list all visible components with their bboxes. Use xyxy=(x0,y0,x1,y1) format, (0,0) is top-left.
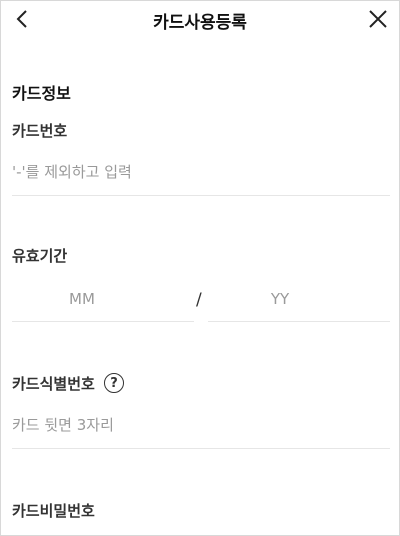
cvc-divider xyxy=(12,448,390,449)
page-title: 카드사용등록 xyxy=(153,13,247,33)
help-icon[interactable]: ? xyxy=(104,373,124,393)
cvc-input[interactable] xyxy=(12,413,388,437)
close-button[interactable] xyxy=(364,6,392,32)
expiry-year-input[interactable] xyxy=(208,287,390,311)
card-password-label: 카드비밀번호 xyxy=(12,502,95,520)
card-number-input[interactable] xyxy=(12,160,388,184)
close-icon xyxy=(369,10,387,28)
cvc-label: 카드식별번호 xyxy=(12,375,95,393)
expiry-label: 유효기간 xyxy=(12,247,68,265)
section-title-card-info: 카드정보 xyxy=(12,84,71,103)
expiry-year-divider xyxy=(208,321,390,322)
expiry-month-divider xyxy=(12,321,194,322)
card-number-label: 카드번호 xyxy=(12,122,68,140)
top-bar: 카드사용등록 xyxy=(0,0,400,38)
expiry-month-input[interactable] xyxy=(12,287,192,311)
card-number-divider xyxy=(12,195,390,196)
expiry-separator: / xyxy=(196,290,202,310)
